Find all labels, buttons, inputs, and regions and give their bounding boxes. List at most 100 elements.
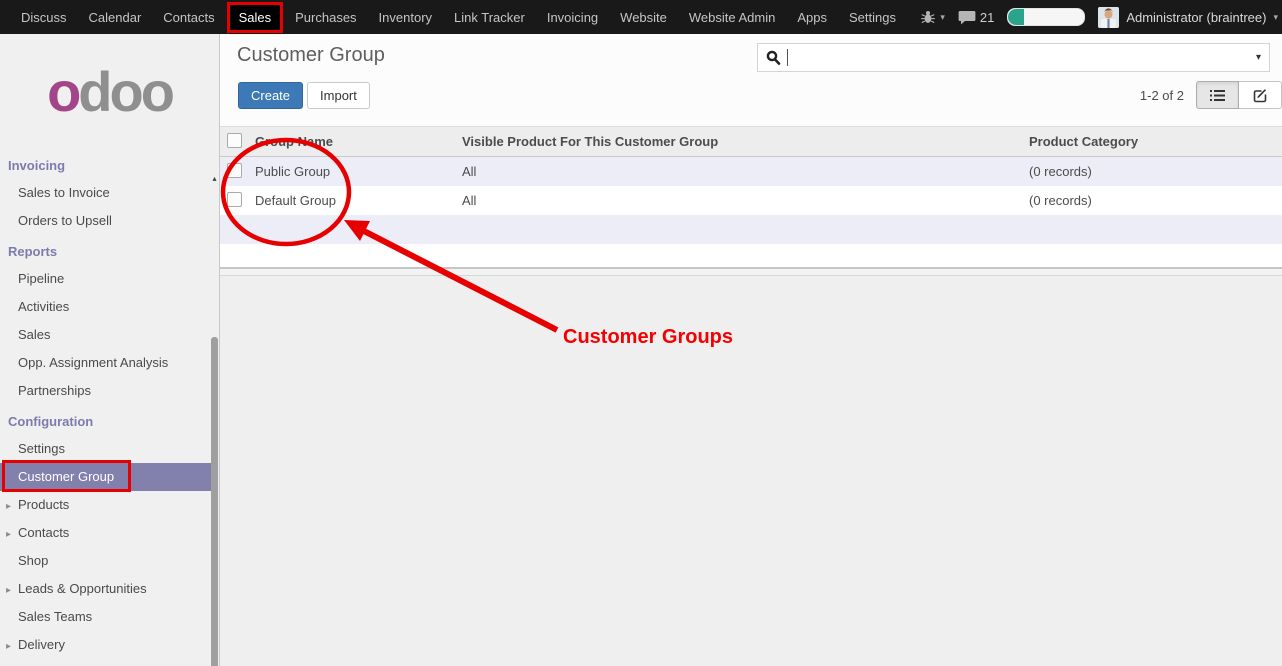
sidebar-item-label: Opp. Assignment Analysis	[18, 355, 168, 370]
nav-item-website[interactable]: Website	[609, 4, 678, 31]
table-row[interactable]: Public GroupAll(0 records)	[220, 157, 1282, 186]
cell-visible-product: All	[462, 193, 1029, 208]
cell-group-name: Default Group	[255, 193, 462, 208]
sidebar-section-reports: Reports	[0, 238, 211, 265]
import-button[interactable]: Import	[307, 82, 370, 109]
text-cursor	[787, 49, 788, 66]
cell-product-category: (0 records)	[1029, 164, 1282, 179]
edit-pencil-icon	[1253, 88, 1268, 103]
sidebar-item-sales-to-invoice[interactable]: Sales to Invoice	[0, 179, 211, 207]
main-content: Customer Group ▾ Create Import 1-2 of 2	[220, 34, 1282, 666]
list-view-button[interactable]	[1196, 81, 1239, 109]
nav-item-discuss[interactable]: Discuss	[10, 4, 78, 31]
nav-item-invoicing[interactable]: Invoicing	[536, 4, 609, 31]
sidebar-item-orders-to-upsell[interactable]: Orders to Upsell	[0, 207, 211, 235]
sidebar-item-shop[interactable]: Shop	[0, 547, 211, 575]
sidebar-item-label: Activities	[18, 299, 69, 314]
row-checkbox-cell	[220, 163, 255, 181]
sidebar-item-leads-opportunities[interactable]: ▸ Leads & Opportunities	[0, 575, 211, 603]
nav-item-contacts[interactable]: Contacts	[152, 4, 225, 31]
sidebar-section-invoicing: Invoicing	[0, 152, 211, 179]
pager-range: 1-2 of 2	[1140, 88, 1184, 103]
sidebar-item-delivery[interactable]: ▸ Delivery	[0, 631, 211, 659]
search-icon	[766, 50, 781, 65]
sidebar-item-label: Partnerships	[18, 383, 91, 398]
table-header: Group Name Visible Product For This Cust…	[220, 126, 1282, 157]
view-switcher	[1196, 81, 1282, 109]
sidebar-item-activities[interactable]: Activities	[0, 293, 211, 321]
form-view-button[interactable]	[1239, 81, 1282, 109]
search-input[interactable]	[790, 50, 1250, 65]
sidebar-item-contacts[interactable]: ▸ Contacts	[0, 519, 211, 547]
sidebar-item-opp-assignment-analysis[interactable]: Opp. Assignment Analysis	[0, 349, 211, 377]
sidebar-item-sales-teams[interactable]: Sales Teams	[0, 603, 211, 631]
create-button[interactable]: Create	[238, 82, 303, 109]
messages-menu[interactable]: 21	[958, 10, 994, 25]
chevron-right-icon: ▸	[6, 499, 11, 515]
sidebar-item-customer-group[interactable]: Customer Group	[0, 463, 211, 491]
row-checkbox-cell	[220, 192, 255, 210]
chevron-right-icon: ▸	[6, 639, 11, 655]
empty-row	[220, 215, 1282, 244]
table-body: Public GroupAll(0 records)Default GroupA…	[220, 157, 1282, 215]
scrollbar-thumb[interactable]	[211, 337, 218, 666]
odoo-app-window: DiscussCalendarContactsSalesPurchasesInv…	[0, 0, 1282, 666]
nav-item-apps[interactable]: Apps	[786, 4, 838, 31]
odoo-logo: odoo	[0, 34, 219, 149]
sidebar-item-products[interactable]: ▸ Products	[0, 491, 211, 519]
sidebar-item-sales[interactable]: Sales	[0, 321, 211, 349]
sidebar-item-label: Contacts	[18, 525, 69, 540]
row-checkbox[interactable]	[227, 163, 242, 178]
progress-fill	[1008, 9, 1023, 25]
nav-item-settings[interactable]: Settings	[838, 4, 907, 31]
select-all-checkbox[interactable]	[227, 133, 242, 148]
sidebar-item-label: Pipeline	[18, 271, 64, 286]
list-view: Group Name Visible Product For This Cust…	[220, 126, 1282, 276]
table-row[interactable]: Default GroupAll(0 records)	[220, 186, 1282, 215]
message-count: 21	[980, 10, 994, 25]
nav-item-link-tracker[interactable]: Link Tracker	[443, 4, 536, 31]
nav-item-purchases[interactable]: Purchases	[284, 4, 367, 31]
sidebar-item-label: Products	[18, 497, 69, 512]
nav-item-inventory[interactable]: Inventory	[368, 4, 443, 31]
search-bar: ▾	[757, 43, 1270, 72]
caret-down-icon: ▾	[940, 12, 945, 23]
sidebar-item-settings[interactable]: Settings	[0, 435, 211, 463]
sidebar-item-label: Settings	[18, 441, 65, 456]
nav-item-website-admin[interactable]: Website Admin	[678, 4, 786, 31]
sidebar-item-label: Sales	[18, 327, 51, 342]
chevron-right-icon: ▸	[6, 527, 11, 543]
logo-accent-letter: o	[47, 59, 78, 124]
column-header-group-name[interactable]: Group Name	[255, 134, 462, 149]
nav-item-sales[interactable]: Sales	[230, 4, 281, 31]
search-dropdown-caret-icon[interactable]: ▾	[1250, 52, 1261, 63]
sidebar-menu: InvoicingSales to Invoice Orders to Upsel…	[0, 152, 211, 659]
control-panel: Customer Group ▾ Create Import 1-2 of 2	[220, 34, 1282, 127]
table-bottom-divider	[220, 269, 1282, 276]
list-icon	[1210, 89, 1225, 102]
top-nav-items: DiscussCalendarContactsSalesPurchasesInv…	[0, 0, 907, 34]
sidebar-scrollbar: ▴ ▾	[210, 174, 219, 666]
table-footer-space	[220, 244, 1282, 269]
debug-menu[interactable]: ▾	[920, 9, 945, 25]
scroll-up-icon[interactable]: ▴	[210, 174, 219, 183]
sidebar-section-configuration: Configuration	[0, 408, 211, 435]
sidebar-item-label: Leads & Opportunities	[18, 581, 147, 596]
column-header-visible-product[interactable]: Visible Product For This Customer Group	[462, 134, 1029, 149]
sidebar-item-label: Delivery	[18, 637, 65, 652]
annotation-box-sales	[227, 2, 284, 33]
user-menu[interactable]: Administrator (braintree) ▾	[1098, 7, 1278, 28]
sidebar: odoo InvoicingSales to Invoice Orders to …	[0, 34, 220, 666]
caret-down-icon: ▾	[1273, 12, 1278, 23]
sidebar-item-pipeline[interactable]: Pipeline	[0, 265, 211, 293]
row-checkbox[interactable]	[227, 192, 242, 207]
nav-item-calendar[interactable]: Calendar	[78, 4, 153, 31]
pager: 1-2 of 2	[1140, 81, 1282, 109]
sidebar-item-label: Orders to Upsell	[18, 213, 112, 228]
column-header-product-category[interactable]: Product Category	[1029, 134, 1282, 149]
planner-progress-bar[interactable]	[1007, 8, 1085, 26]
chevron-right-icon: ▸	[6, 583, 11, 599]
sidebar-item-partnerships[interactable]: Partnerships	[0, 377, 211, 405]
avatar	[1098, 7, 1119, 28]
cell-visible-product: All	[462, 164, 1029, 179]
